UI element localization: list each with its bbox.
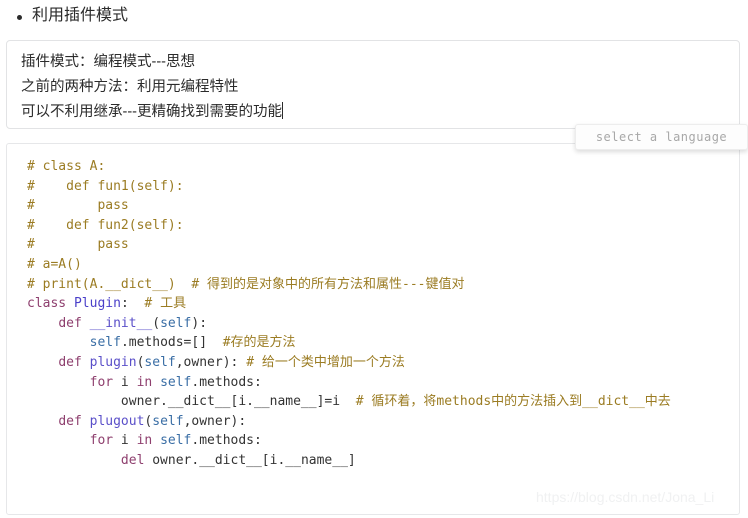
- code-line: def plugin(self,owner): # 给一个类中增加一个方法: [27, 353, 739, 373]
- code-token-kw: in: [136, 433, 153, 449]
- bullet-item-label: 利用插件模式: [32, 7, 129, 24]
- code-token-def: ):: [191, 315, 208, 331]
- code-token-fn: plugin: [89, 354, 137, 370]
- code-token-kw: for: [89, 374, 114, 390]
- code-token-com: # a=A(): [27, 256, 82, 272]
- code-token-kw: def: [58, 413, 82, 429]
- language-selector-placeholder: select a language: [595, 130, 728, 144]
- list-item: 利用插件模式: [0, 0, 748, 32]
- code-token-kw: def: [58, 315, 82, 331]
- code-token-def: [27, 335, 90, 350]
- code-token-def: [27, 433, 90, 448]
- code-line: # def fun2(self):: [27, 216, 739, 236]
- code-token-def: [27, 375, 90, 390]
- code-token-def: owner.__dict__[i.__name__]: [144, 452, 356, 468]
- code-token-def: [152, 433, 160, 448]
- code-line: # pass: [27, 196, 739, 216]
- code-token-def: .methods=[]: [120, 335, 223, 351]
- note-line: 之前的两种方法：利用元编程特性: [21, 79, 239, 95]
- code-token-def: ,owner):: [183, 413, 247, 429]
- code-token-def: [27, 453, 121, 468]
- code-token-self: self: [160, 315, 192, 331]
- language-selector[interactable]: select a language: [575, 124, 748, 150]
- code-token-def: [82, 355, 90, 370]
- code-token-com: # def fun2(self):: [27, 217, 184, 233]
- code-line: self.methods=[] #存的是方法: [27, 333, 739, 353]
- code-line: def __init__(self):: [27, 314, 739, 334]
- code-token-kw: for: [89, 433, 114, 449]
- code-line: class Plugin: # 工具: [27, 294, 739, 314]
- code-token-com: # pass: [27, 198, 129, 214]
- code-line: # class A:: [27, 157, 739, 177]
- code-token-kw: in: [136, 374, 153, 390]
- code-token-com: # def fun1(self):: [27, 178, 184, 194]
- code-token-com: # pass: [27, 237, 129, 253]
- code-token-def: (: [152, 315, 161, 331]
- code-token-def: owner.__dict__[i.__name__]=i: [27, 394, 356, 410]
- code-token-def: .methods:: [191, 374, 262, 390]
- code-token-def: ,owner):: [175, 354, 247, 370]
- code-line: def plugout(self,owner):: [27, 412, 739, 432]
- code-line: # print(A.__dict__) # 得到的是对象中的所有方法和属性---…: [27, 275, 739, 295]
- code-token-def: i: [113, 374, 137, 390]
- code-line: # pass: [27, 235, 739, 255]
- code-token-kw: del: [120, 452, 145, 468]
- code-token-self: self: [144, 354, 176, 370]
- code-token-self: self: [160, 433, 192, 449]
- code-token-kw: def: [58, 354, 82, 370]
- code-token-def: :: [120, 296, 145, 312]
- code-line: # a=A(): [27, 255, 739, 275]
- bullet-dot-icon: [17, 15, 22, 20]
- code-token-def: [27, 414, 58, 429]
- code-token-fn: plugout: [89, 413, 145, 429]
- code-line: del owner.__dict__[i.__name__]: [27, 451, 739, 471]
- code-block[interactable]: # class A: # def fun1(self): # pass # def f…: [6, 143, 740, 515]
- code-token-com: # print(A.__dict__) # 得到的是对象中的所有方法和属性---…: [27, 276, 465, 292]
- code-token-com: # 循环着，将methods中的方法插入到__dict__中去: [355, 394, 671, 410]
- note-line-text: 可以不利用继承---更精确找到需要的功能: [21, 104, 282, 120]
- watermark: https://blog.csdn.net/Jona_Li: [536, 489, 715, 505]
- code-token-def: [66, 296, 74, 311]
- code-token-def: [152, 375, 160, 390]
- note-editor-textarea[interactable]: 插件模式：编程模式---思想 之前的两种方法：利用元编程特性 可以不利用继承--…: [6, 40, 740, 129]
- code-token-def: [82, 414, 90, 429]
- code-token-def: [82, 316, 90, 331]
- code-token-kw: class: [27, 296, 67, 312]
- code-token-com: # 给一个类中增加一个方法: [246, 354, 405, 370]
- code-token-def: [27, 316, 58, 331]
- code-token-fn: __init__: [89, 315, 153, 331]
- text-caret: [281, 102, 283, 119]
- code-token-self: self: [89, 335, 121, 351]
- code-token-def: i: [113, 433, 137, 449]
- code-line: owner.__dict__[i.__name__]=i # 循环着，将meth…: [27, 392, 739, 412]
- code-token-def: [27, 355, 58, 370]
- code-token-self: self: [152, 413, 184, 429]
- code-token-com: #存的是方法: [222, 335, 296, 351]
- code-line: for i in self.methods:: [27, 373, 739, 393]
- code-token-com: # 工具: [144, 296, 187, 312]
- note-line: 插件模式：编程模式---思想: [21, 54, 195, 70]
- code-line: # def fun1(self):: [27, 177, 739, 197]
- code-token-cls: Plugin: [73, 296, 121, 312]
- code-token-self: self: [160, 374, 192, 390]
- bullet-heading-list: 利用插件模式: [0, 0, 748, 32]
- code-line: for i in self.methods:: [27, 431, 739, 451]
- code-token-def: .methods:: [191, 433, 262, 449]
- code-token-com: # class A:: [27, 159, 106, 174]
- note-line: 可以不利用继承---更精确找到需要的功能: [21, 100, 283, 125]
